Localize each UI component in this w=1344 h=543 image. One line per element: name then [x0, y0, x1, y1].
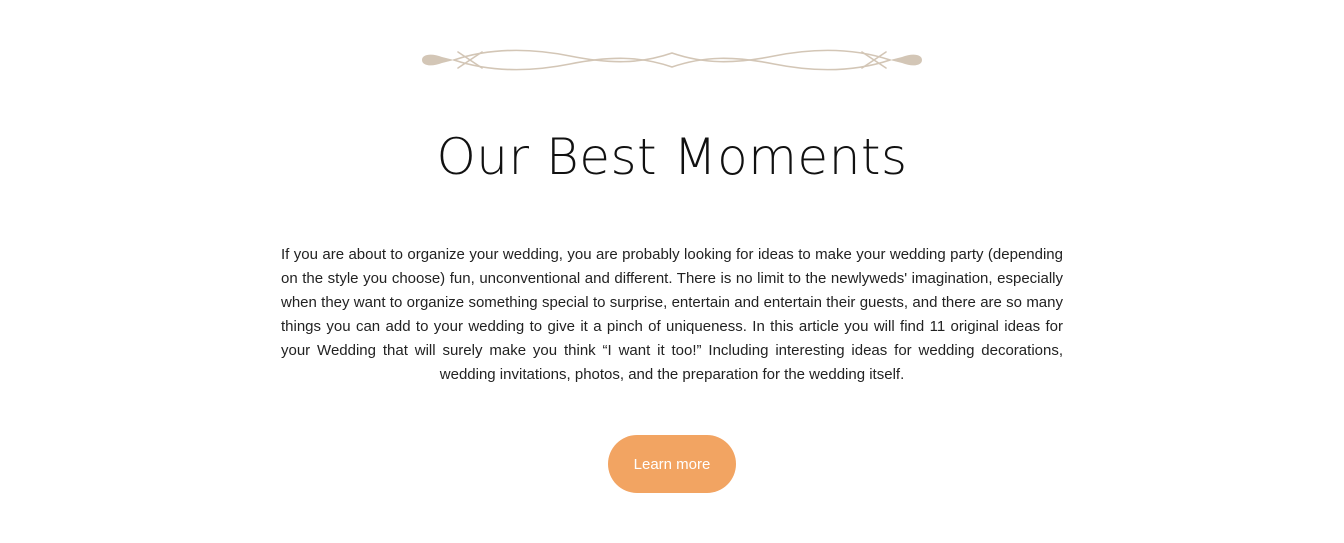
section-title: Our Best Moments	[436, 128, 908, 186]
scroll-divider-icon	[422, 49, 922, 71]
section-description: If you are about to organize your weddin…	[281, 246, 1063, 383]
learn-more-button[interactable]: Learn more	[608, 435, 736, 493]
